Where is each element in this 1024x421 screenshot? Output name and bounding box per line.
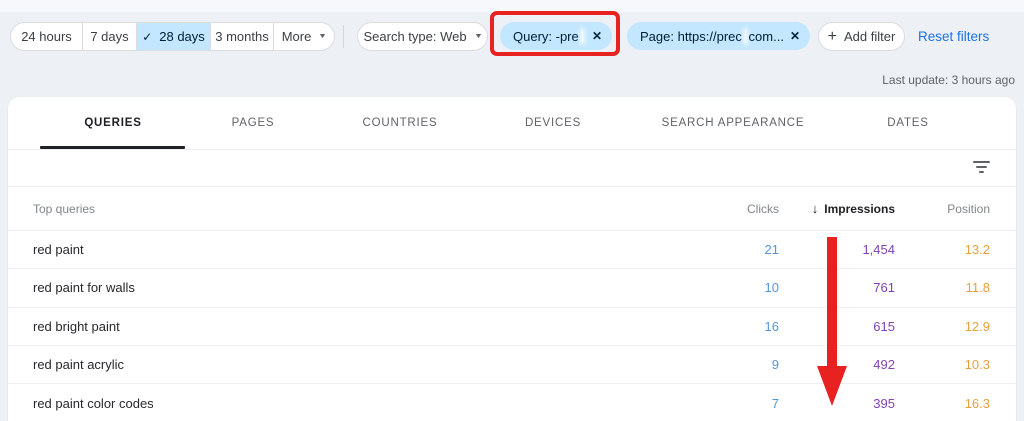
more-label: More bbox=[281, 29, 312, 44]
check-icon: ✓ bbox=[142, 29, 153, 44]
clicks-cell[interactable]: 10 bbox=[719, 280, 779, 295]
date-range-label: 3 months bbox=[215, 29, 269, 44]
redacted-query-text bbox=[581, 29, 583, 43]
reset-filters-link[interactable]: Reset filters bbox=[918, 29, 989, 44]
report-card: QUERIES PAGES COUNTRIES DEVICES SEARCH A… bbox=[8, 97, 1016, 421]
active-tab-indicator bbox=[40, 146, 185, 149]
column-header-clicks[interactable]: Clicks bbox=[719, 202, 779, 216]
clicks-cell[interactable]: 21 bbox=[719, 242, 779, 257]
search-type-label: Search type: Web bbox=[363, 29, 467, 44]
date-range-3-months[interactable]: 3 months bbox=[210, 23, 273, 50]
query-cell: red paint color codes bbox=[33, 395, 154, 411]
table-row[interactable]: red paint acrylic 9 492 10.3 bbox=[8, 346, 1016, 385]
column-header-position[interactable]: Position bbox=[895, 202, 990, 216]
date-range-label: 7 days bbox=[90, 29, 129, 44]
close-icon[interactable]: ✕ bbox=[784, 29, 800, 43]
position-cell: 13.2 bbox=[964, 242, 990, 258]
clicks-cell[interactable]: 16 bbox=[719, 319, 779, 334]
impressions-cell: 492 bbox=[873, 357, 895, 373]
impressions-cell: 395 bbox=[873, 395, 895, 411]
date-range-more-button[interactable]: More ▼ bbox=[273, 23, 334, 50]
chevron-down-icon: ▼ bbox=[473, 33, 483, 40]
date-range-24-hours[interactable]: 24 hours bbox=[11, 23, 82, 50]
sort-descending-icon: ↓ bbox=[811, 201, 819, 216]
report-tab-bar: QUERIES PAGES COUNTRIES DEVICES SEARCH A… bbox=[8, 97, 1016, 150]
impressions-cell: 761 bbox=[873, 280, 895, 296]
tab-search-appearance[interactable]: SEARCH APPEARANCE bbox=[662, 117, 805, 129]
query-cell: red paint bbox=[33, 242, 84, 258]
clicks-cell[interactable]: 9 bbox=[719, 357, 779, 372]
table-filter-icon[interactable] bbox=[972, 161, 990, 175]
add-filter-label: Add filter bbox=[844, 29, 896, 44]
redacted-page-text bbox=[744, 29, 746, 43]
column-header-top-queries: Top queries bbox=[33, 201, 96, 216]
table-filter-row bbox=[8, 150, 1016, 187]
tab-devices[interactable]: DEVICES bbox=[525, 117, 581, 129]
add-filter-button[interactable]: + Add filter bbox=[818, 22, 905, 51]
close-icon[interactable]: ✕ bbox=[586, 29, 602, 43]
query-cell: red bright paint bbox=[33, 318, 120, 334]
chevron-down-icon: ▼ bbox=[318, 33, 328, 40]
tab-countries[interactable]: COUNTRIES bbox=[363, 117, 438, 129]
table-row[interactable]: red paint color codes 7 395 16.3 bbox=[8, 384, 1016, 421]
position-cell: 16.3 bbox=[964, 395, 990, 411]
date-range-7-days[interactable]: 7 days bbox=[82, 23, 136, 50]
search-type-filter-chip[interactable]: Search type: Web ▼ bbox=[357, 22, 488, 51]
last-update-status: Last update: 3 hours ago bbox=[882, 73, 1015, 87]
date-range-label: 24 hours bbox=[21, 29, 72, 44]
date-range-label: 28 days bbox=[159, 29, 205, 44]
impressions-label: Impressions bbox=[824, 202, 895, 216]
plus-icon: + bbox=[827, 27, 838, 45]
impressions-cell: 1,454 bbox=[862, 242, 895, 258]
query-cell: red paint acrylic bbox=[33, 357, 125, 373]
column-header-impressions[interactable]: ↓ Impressions bbox=[779, 201, 895, 216]
position-cell: 11.8 bbox=[965, 280, 990, 296]
tab-pages[interactable]: PAGES bbox=[232, 117, 275, 129]
clicks-cell[interactable]: 7 bbox=[719, 396, 779, 411]
toolbar-divider bbox=[343, 25, 344, 48]
page-filter-label-prefix: Page: https://prec bbox=[640, 28, 742, 44]
table-row[interactable]: red bright paint 16 615 12.9 bbox=[8, 308, 1016, 346]
impressions-cell: 615 bbox=[873, 318, 895, 334]
table-row[interactable]: red paint 21 1,454 13.2 bbox=[8, 231, 1016, 270]
position-cell: 12.9 bbox=[964, 318, 990, 334]
table-header-row: Top queries Clicks ↓ Impressions Position bbox=[8, 187, 1016, 231]
page-filter-label-suffix: com... bbox=[748, 28, 784, 44]
tab-dates[interactable]: DATES bbox=[887, 117, 929, 129]
date-range-28-days[interactable]: ✓ 28 days bbox=[136, 23, 210, 50]
query-filter-chip[interactable]: Query: -pre ✕ bbox=[500, 22, 612, 50]
date-range-segmented-control: 24 hours 7 days ✓ 28 days 3 months More … bbox=[10, 22, 335, 51]
table-row[interactable]: red paint for walls 10 761 11.8 bbox=[8, 269, 1016, 308]
position-cell: 10.3 bbox=[964, 357, 990, 373]
query-filter-label: Query: -pre bbox=[513, 28, 579, 44]
search-console-performance-page: { "toolbar": { "date_ranges": [ { "label… bbox=[0, 0, 1024, 421]
page-filter-chip[interactable]: Page: https://prec com... ✕ bbox=[627, 22, 810, 50]
query-cell: red paint for walls bbox=[33, 280, 135, 296]
tab-queries[interactable]: QUERIES bbox=[84, 117, 141, 129]
